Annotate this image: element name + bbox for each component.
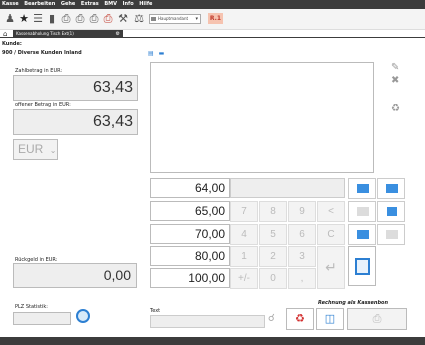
menu-hilfe[interactable]: Hilfe — [139, 1, 152, 7]
globe-icon[interactable] — [76, 309, 90, 323]
preset-amount-button[interactable]: 80,00 — [150, 246, 230, 266]
plz-label: PLZ Statistik: — [15, 304, 48, 310]
menu-kasse[interactable]: Kasse — [2, 1, 19, 7]
register-icon — [357, 230, 369, 239]
scale-icon[interactable]: ⚖ — [133, 12, 145, 26]
customer-actions: ▤ ▬ — [148, 50, 164, 57]
close-icon[interactable]: ⚙ — [116, 30, 120, 38]
pos-window: Kasse Bearbeiten Gehe Extras BMV Info Hi… — [0, 0, 425, 345]
remove-icon[interactable]: ▬ — [159, 50, 165, 57]
trash-icon: ♻ — [295, 312, 305, 325]
offener-betrag-label: offener Betrag in EUR: — [15, 102, 71, 108]
trash-icon[interactable]: ♻ — [391, 103, 400, 114]
sync-icon — [386, 230, 398, 239]
key-9[interactable]: 9 — [288, 201, 316, 222]
menu-bar: Kasse Bearbeiten Gehe Extras BMV Info Hi… — [0, 0, 425, 9]
home-icon[interactable]: ⌂ — [3, 30, 11, 38]
voucher-icon — [357, 207, 369, 216]
toolbar: ♟ ★ ☰ ▮ ⎙ ⎙ ⎙ ⎙ ⚒ ⚖ Hauptmandant ▾ R.1 — [0, 9, 425, 30]
card-payment-button[interactable] — [348, 178, 376, 199]
key-6[interactable]: 6 — [288, 224, 316, 245]
key-clear[interactable]: C — [317, 224, 345, 245]
print-preview-icon[interactable]: ⎙ — [88, 12, 100, 26]
transfer-button[interactable] — [348, 246, 376, 286]
key-8[interactable]: 8 — [259, 201, 287, 222]
delete-button[interactable]: ♻ — [286, 308, 314, 330]
menu-extras[interactable]: Extras — [81, 1, 99, 7]
delete-x-icon[interactable]: ✖ — [391, 75, 399, 86]
register-badge[interactable]: R.1 — [208, 13, 223, 24]
voucher-button[interactable] — [348, 201, 376, 222]
key-3[interactable]: 3 — [288, 246, 316, 267]
preset-amount-button[interactable]: 100,00 — [150, 268, 230, 288]
sync-button[interactable] — [377, 224, 405, 245]
zahlbetrag-label: Zahlbetrag in EUR: — [15, 68, 63, 74]
printer-icon: ⎙ — [372, 312, 382, 325]
print-list-icon[interactable]: ⎙ — [74, 12, 86, 26]
register-button[interactable] — [348, 224, 376, 245]
menu-bearbeiten[interactable]: Bearbeiten — [24, 1, 55, 7]
edit-icon[interactable]: ✎ — [391, 62, 399, 73]
key-comma[interactable]: , — [288, 268, 316, 289]
key-5[interactable]: 5 — [259, 224, 287, 245]
key-backspace[interactable]: < — [317, 201, 345, 222]
key-4[interactable]: 4 — [230, 224, 258, 245]
tools-icon[interactable]: ⚒ — [117, 12, 129, 26]
list-icon[interactable]: ▤ — [148, 50, 154, 57]
cash-icon — [386, 184, 398, 193]
tab-kassenabholung[interactable]: Kassenabholung Tisch Ext(1) ⚙ — [13, 30, 123, 38]
cart-button[interactable]: ◫ — [316, 308, 344, 330]
menu-bmv[interactable]: BMV — [104, 1, 117, 7]
chart-icon[interactable]: ▮ — [46, 12, 58, 26]
user-icon[interactable]: ♟ — [4, 12, 16, 26]
menu-info[interactable]: Info — [123, 1, 134, 7]
print-alert-icon[interactable]: ⎙ — [102, 12, 114, 26]
offener-betrag-field: 63,43 — [13, 109, 138, 135]
printer-icon[interactable]: ⎙ — [60, 12, 72, 26]
favorite-star-icon[interactable]: ★ — [18, 12, 30, 26]
status-bar — [0, 337, 425, 345]
mandant-select-value: Hauptmandant — [158, 16, 189, 21]
preset-amount-button[interactable]: 65,00 — [150, 201, 230, 221]
mandant-select[interactable]: Hauptmandant ▾ — [149, 14, 201, 24]
chevron-down-icon: ⌄ — [49, 146, 57, 155]
clipboard-icon[interactable]: ☰ — [32, 12, 44, 26]
receipt-label: Rechnung als Kassenbon — [318, 300, 389, 306]
keypad-display — [230, 178, 345, 198]
chevron-down-icon: ▾ — [195, 16, 198, 22]
receipt-icon — [387, 207, 397, 216]
card-icon — [357, 184, 369, 193]
key-plus-minus[interactable]: +/- — [230, 268, 258, 289]
text-label: Text — [150, 308, 161, 314]
key-enter[interactable]: ↵ — [317, 246, 345, 289]
customer-value: 900 / Diverse Kunden Inland — [2, 50, 82, 56]
zahlbetrag-field[interactable]: 63,43 — [13, 75, 138, 101]
key-0[interactable]: 0 — [259, 268, 287, 289]
text-input[interactable] — [150, 315, 265, 328]
cash-payment-button[interactable] — [377, 178, 405, 199]
preset-amount-button[interactable]: 64,00 — [150, 178, 230, 198]
notes-area[interactable] — [150, 62, 374, 173]
plz-input[interactable] — [13, 312, 71, 325]
currency-select[interactable]: EUR ⌄ — [13, 139, 58, 160]
preset-amount-button[interactable]: 70,00 — [150, 224, 230, 244]
mandant-select-flag-icon — [151, 17, 156, 21]
search-icon[interactable]: ☌ — [268, 313, 275, 324]
currency-value: EUR — [18, 142, 44, 156]
print-receipt-button[interactable] — [377, 201, 405, 222]
rueckgeld-field: 0,00 — [13, 263, 137, 288]
key-7[interactable]: 7 — [230, 201, 258, 222]
key-1[interactable]: 1 — [230, 246, 258, 267]
menu-gehe[interactable]: Gehe — [61, 1, 75, 7]
tab-bar: ⌂ Kassenabholung Tisch Ext(1) ⚙ — [0, 30, 425, 38]
receipt-print-button[interactable]: ⎙ — [347, 308, 407, 330]
cart-icon: ◫ — [324, 312, 336, 325]
tab-label: Kassenabholung Tisch Ext(1) — [16, 31, 74, 36]
customer-label: Kunde: — [2, 41, 22, 47]
key-2[interactable]: 2 — [259, 246, 287, 267]
transfer-icon — [355, 258, 370, 275]
